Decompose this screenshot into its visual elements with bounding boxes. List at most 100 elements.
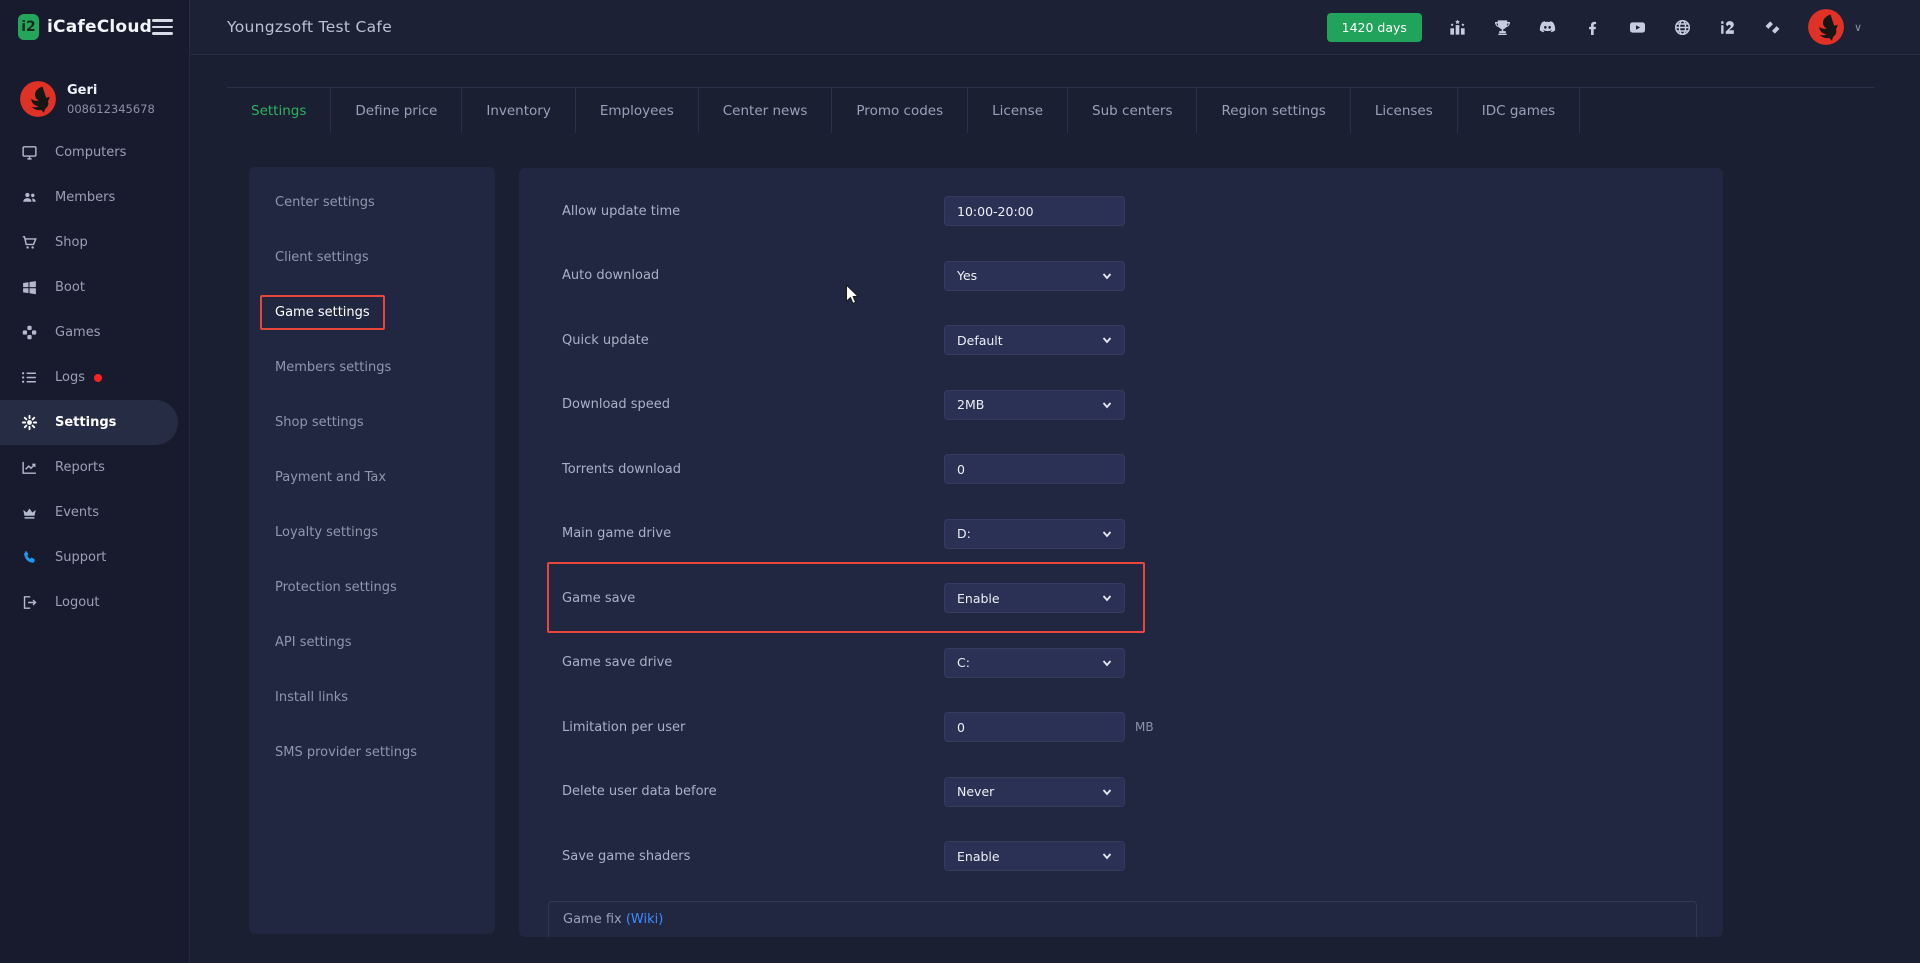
settings-nav-protection-settings[interactable]: Protection settings	[249, 560, 495, 615]
field-label: Download speed	[519, 397, 944, 412]
cart-icon	[21, 234, 38, 251]
trophy-icon[interactable]	[1493, 18, 1512, 37]
license-days-badge[interactable]: 1420 days	[1327, 13, 1422, 42]
sidebar-item-events[interactable]: Events	[0, 490, 189, 535]
form-row-auto-download: Auto download Yes	[519, 244, 1723, 309]
chart-icon	[21, 459, 38, 476]
unit-suffix: MB	[1135, 720, 1154, 734]
user-avatar[interactable]	[1808, 9, 1844, 45]
tab-licenses[interactable]: Licenses	[1351, 88, 1458, 133]
nav-item-label: Center settings	[275, 195, 375, 210]
tab-region-settings[interactable]: Region settings	[1197, 88, 1350, 133]
sidebar-item-shop[interactable]: Shop	[0, 220, 189, 265]
tab-settings[interactable]: Settings	[227, 88, 331, 133]
hamburger-menu-icon[interactable]	[152, 15, 173, 39]
chevron-down-icon[interactable]: ∨	[1854, 21, 1862, 34]
brand-name[interactable]: iCafeCloud	[47, 17, 152, 37]
profile-avatar	[20, 81, 56, 117]
settings-nav-sms-provider-settings[interactable]: SMS provider settings	[249, 725, 495, 780]
settings-nav-members-settings[interactable]: Members settings	[249, 340, 495, 395]
sidebar-item-computers[interactable]: Computers	[0, 130, 189, 175]
tab-employees[interactable]: Employees	[576, 88, 699, 133]
tab-promo-codes[interactable]: Promo codes	[832, 88, 968, 133]
field-label: Allow update time	[519, 204, 944, 219]
icafecloud-logo-icon[interactable]: i2	[18, 14, 39, 40]
gear-icon	[21, 414, 38, 431]
select-value: D:	[957, 526, 971, 541]
chevron-down-icon	[1102, 593, 1112, 603]
download-speed-select[interactable]: 2MB	[944, 390, 1125, 420]
tab-license[interactable]: License	[968, 88, 1068, 133]
facebook-icon[interactable]	[1583, 18, 1602, 37]
settings-nav-payment-and-tax[interactable]: Payment and Tax	[249, 450, 495, 505]
game-fix-label: Game fix	[563, 912, 622, 927]
page-title: Youngzsoft Test Cafe	[227, 18, 392, 36]
game-fix-section: Game fix (Wiki)	[548, 901, 1697, 937]
select-value: Enable	[957, 849, 1000, 864]
chevron-down-icon	[1102, 271, 1112, 281]
sidebar-item-label: Logs	[55, 370, 85, 385]
chevron-down-icon	[1102, 851, 1112, 861]
chevron-down-icon	[1102, 658, 1112, 668]
game-save-drive-select[interactable]: C:	[944, 648, 1125, 678]
field-label: Save game shaders	[519, 849, 944, 864]
settings-nav-loyalty-settings[interactable]: Loyalty settings	[249, 505, 495, 560]
tab-center-news[interactable]: Center news	[699, 88, 833, 133]
youtube-icon[interactable]	[1628, 18, 1647, 37]
select-value: Yes	[957, 268, 977, 283]
auto-download-select[interactable]: Yes	[944, 261, 1125, 291]
monitor-icon	[21, 144, 38, 161]
torrents-download-input[interactable]	[944, 454, 1125, 484]
logs-alert-dot	[94, 374, 102, 382]
settings-nav-center-settings[interactable]: Center settings	[249, 175, 495, 230]
tab-idc-games[interactable]: IDC games	[1458, 88, 1580, 133]
game-save-select[interactable]: Enable	[944, 583, 1125, 613]
settings-nav-api-settings[interactable]: API settings	[249, 615, 495, 670]
field-label: Torrents download	[519, 462, 944, 477]
crown-icon	[21, 504, 38, 521]
limitation-per-user-input[interactable]	[944, 712, 1125, 742]
tab-inventory[interactable]: Inventory	[462, 88, 575, 133]
nav-item-label: Install links	[275, 690, 348, 705]
top-bar: i2 iCafeCloud Youngzsoft Test Cafe 1420 …	[0, 0, 1920, 55]
globe-icon[interactable]	[1673, 18, 1692, 37]
form-row-limitation-per-user: Limitation per user MB	[519, 695, 1723, 760]
users-icon	[21, 189, 38, 206]
leaderboard-icon[interactable]	[1448, 18, 1467, 37]
sidebar-item-label: Games	[55, 325, 100, 340]
sidebar-item-reports[interactable]: Reports	[0, 445, 189, 490]
nav-item-label: Client settings	[275, 250, 369, 265]
delete-user-data-before-select[interactable]: Never	[944, 777, 1125, 807]
save-game-shaders-select[interactable]: Enable	[944, 841, 1125, 871]
sidebar-item-games[interactable]: Games	[0, 310, 189, 355]
icafe-i2-icon[interactable]	[1718, 18, 1737, 37]
settings-nav-client-settings[interactable]: Client settings	[249, 230, 495, 285]
select-value: Enable	[957, 591, 1000, 606]
sidebar-item-members[interactable]: Members	[0, 175, 189, 220]
discord-icon[interactable]	[1538, 18, 1557, 37]
field-label: Game save drive	[519, 655, 944, 670]
allow-update-time-input[interactable]	[944, 196, 1125, 226]
game-fix-wiki-link[interactable]: (Wiki)	[626, 912, 663, 927]
settings-nav-install-links[interactable]: Install links	[249, 670, 495, 725]
sidebar-item-label: Reports	[55, 460, 105, 475]
profile-block[interactable]: Geri 008612345678	[0, 55, 189, 125]
sidebar-menu: Computers Members Shop Boot Games Logs S…	[0, 125, 189, 625]
ribbon-icon[interactable]	[1763, 18, 1782, 37]
form-row-torrents-download: Torrents download	[519, 437, 1723, 502]
tab-sub-centers[interactable]: Sub centers	[1068, 88, 1197, 133]
sidebar-item-support[interactable]: Support	[0, 535, 189, 580]
tab-define-price[interactable]: Define price	[331, 88, 462, 133]
nav-item-label: API settings	[275, 635, 352, 650]
sidebar-item-boot[interactable]: Boot	[0, 265, 189, 310]
quick-update-select[interactable]: Default	[944, 325, 1125, 355]
sidebar-item-logout[interactable]: Logout	[0, 580, 189, 625]
settings-nav-shop-settings[interactable]: Shop settings	[249, 395, 495, 450]
sidebar-item-logs[interactable]: Logs	[0, 355, 189, 400]
sidebar-item-label: Events	[55, 505, 99, 520]
settings-nav-game-settings[interactable]: Game settings	[249, 285, 495, 340]
nav-item-label: Members settings	[275, 360, 391, 375]
sidebar-item-settings[interactable]: Settings	[0, 400, 178, 445]
sidebar-item-label: Computers	[55, 145, 126, 160]
main-game-drive-select[interactable]: D:	[944, 519, 1125, 549]
